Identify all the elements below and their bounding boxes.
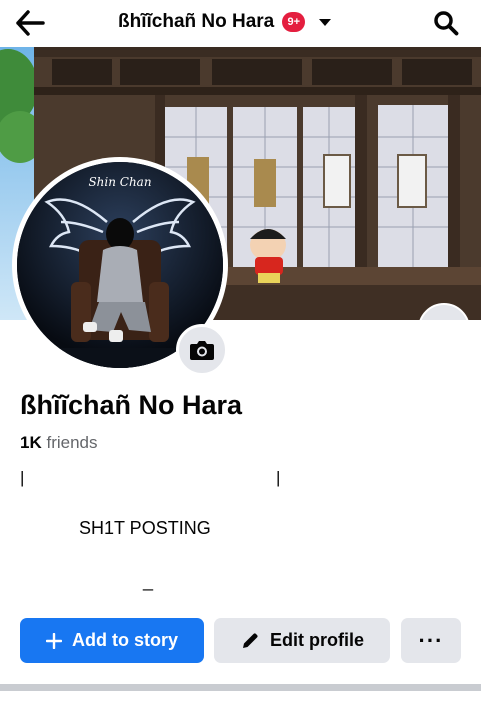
avatar-caption: Shin Chan: [88, 175, 151, 189]
search-icon: [434, 11, 459, 36]
back-button[interactable]: [14, 9, 46, 37]
edit-profile-button[interactable]: Edit profile: [214, 618, 390, 663]
profile-switcher[interactable]: ßhĩĩchañ No Hara 9+: [118, 8, 332, 36]
edit-profile-picture-button[interactable]: [176, 324, 228, 376]
pencil-icon: [243, 632, 258, 648]
arrow-left-icon: [16, 10, 45, 36]
top-bar: ßhĩĩchañ No Hara 9+: [0, 0, 481, 46]
more-options-button[interactable]: ···: [401, 618, 461, 663]
search-button[interactable]: [430, 8, 462, 38]
bio-bar-left: |: [20, 468, 25, 487]
more-options-icon: ···: [418, 627, 444, 653]
caret-down-icon: [319, 18, 332, 26]
camera-icon: [190, 341, 214, 360]
header-title: ßhĩĩchañ No Hara: [118, 11, 275, 32]
add-to-story-label: Add to story: [72, 630, 178, 650]
profile-name: ßhĩĩchañ No Hara: [20, 390, 243, 420]
bio-dash: _: [143, 571, 154, 591]
camera-icon: [431, 318, 457, 320]
bio-bar-right: |: [276, 468, 281, 487]
plus-icon: [46, 632, 62, 649]
friends-label: friends: [46, 433, 98, 452]
friends-count[interactable]: 1K friends: [20, 433, 98, 453]
edit-profile-label: Edit profile: [270, 630, 364, 650]
bio-text: SH1T POSTING: [79, 518, 211, 538]
notification-badge: 9+: [282, 12, 306, 32]
friends-number: 1K: [20, 433, 42, 452]
section-divider: [0, 684, 481, 691]
add-to-story-button[interactable]: Add to story: [20, 618, 204, 663]
